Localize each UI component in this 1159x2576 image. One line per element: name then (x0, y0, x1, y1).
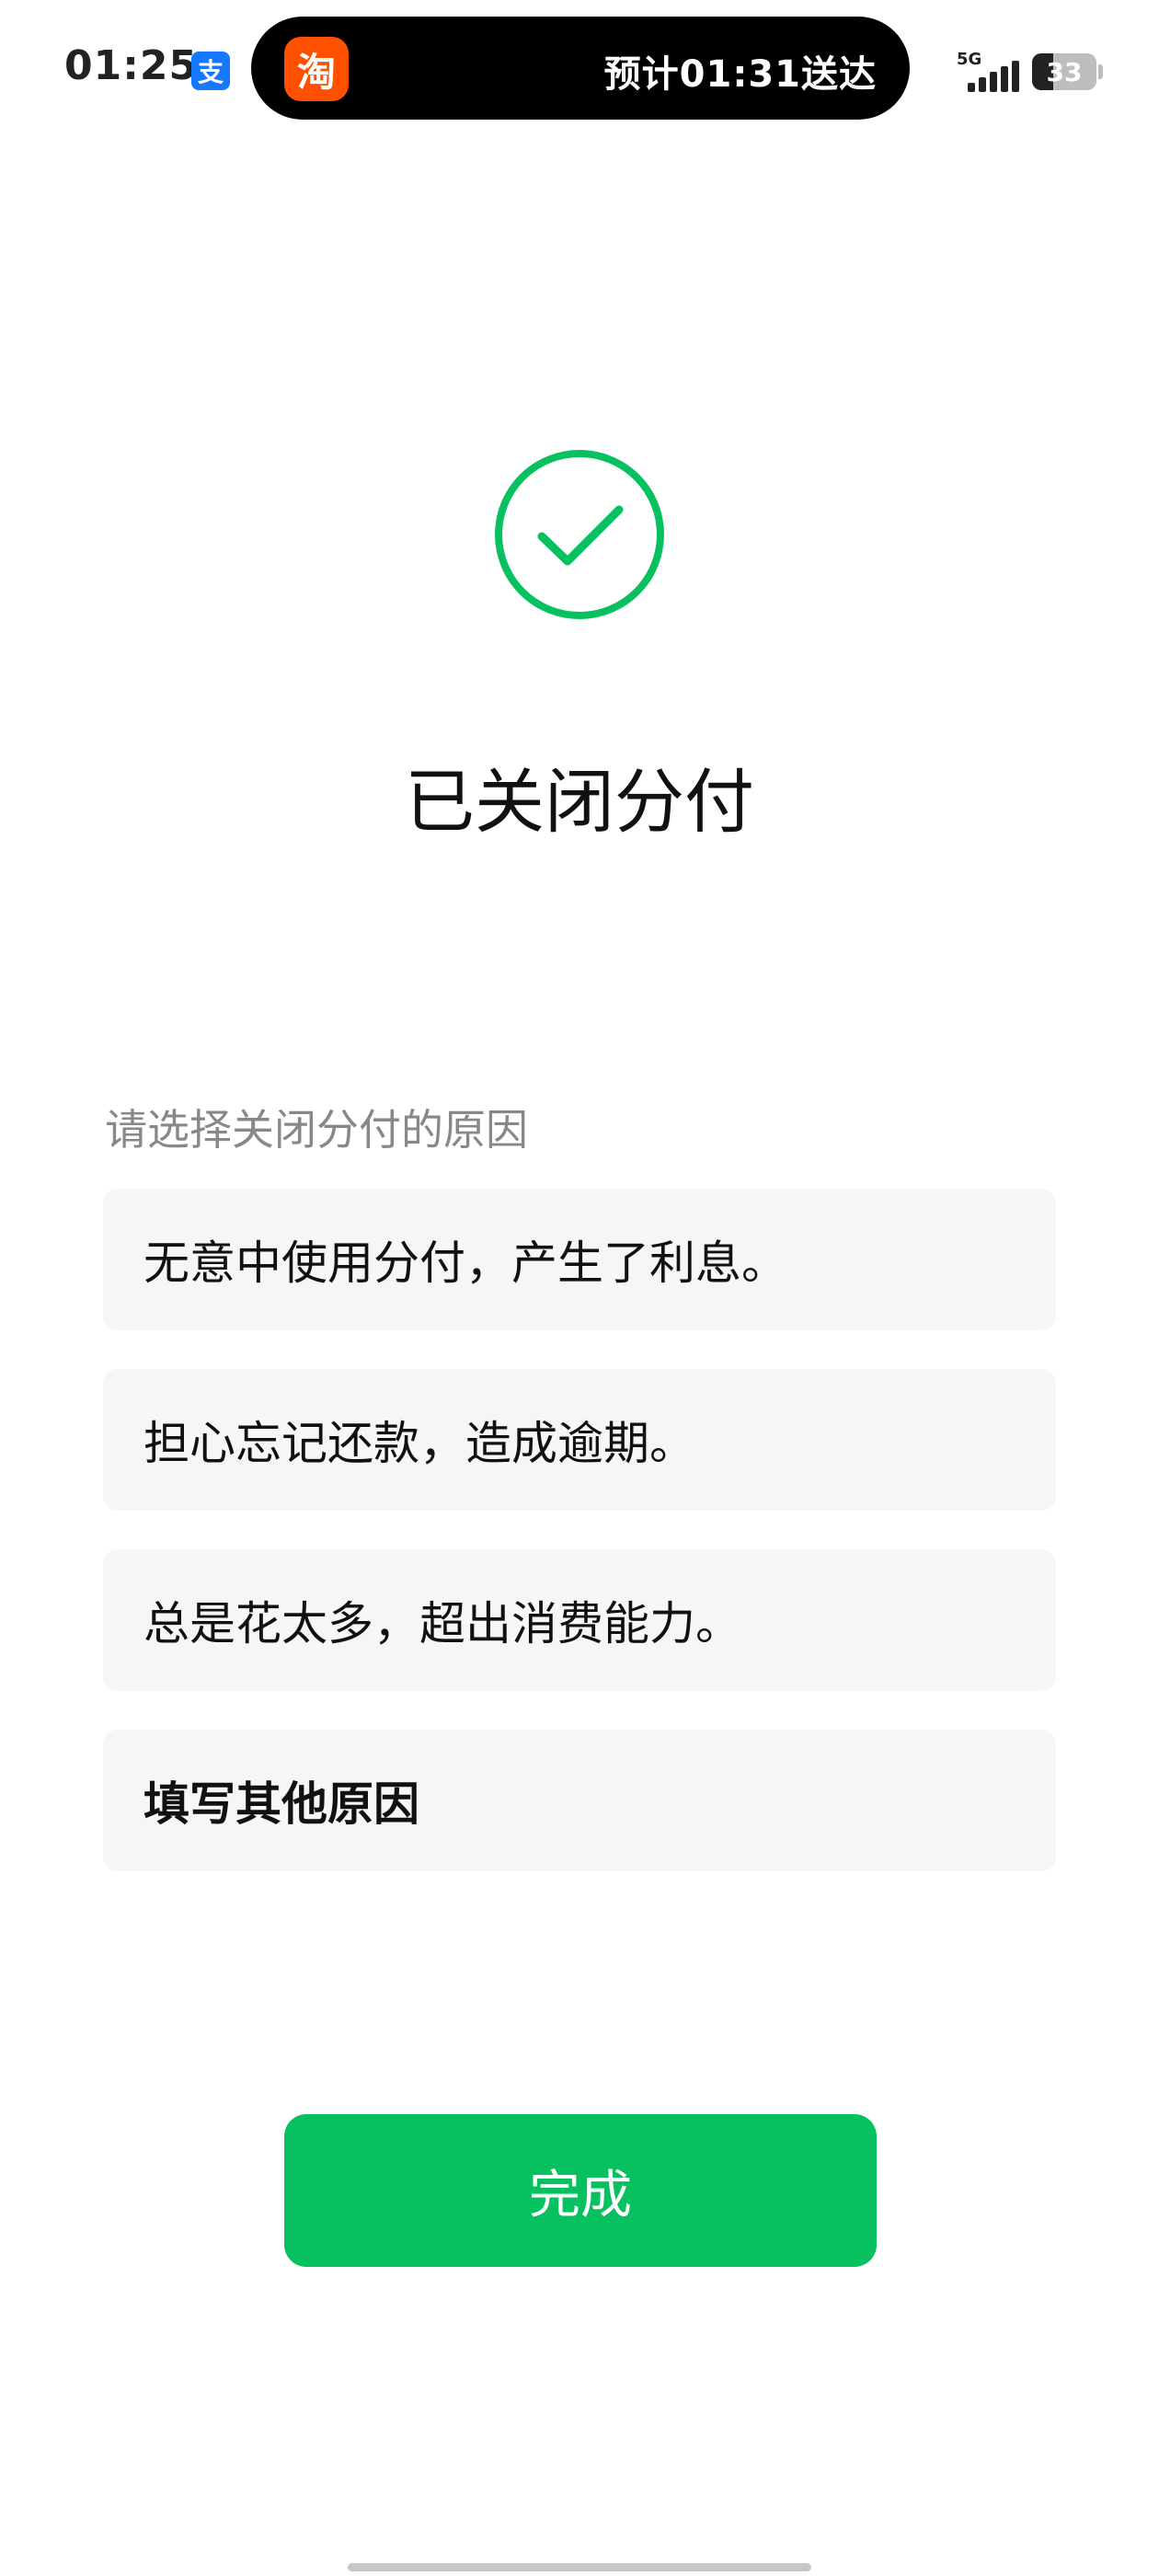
reason-prompt: 请选择关闭分付的原因 (105, 1105, 528, 1155)
battery-cap (1098, 64, 1103, 79)
dynamic-island[interactable]: 淘 预计01:31送达 (251, 17, 910, 120)
page-title: 已关闭分付 (405, 761, 754, 843)
reason-list: 无意中使用分付，产生了利息。 担心忘记还款，造成逾期。 总是花太多，超出消费能力… (103, 1189, 1056, 1910)
home-indicator[interactable] (348, 2563, 811, 2571)
battery-icon: 33 (1032, 53, 1096, 90)
success-check-icon (495, 450, 664, 619)
done-button[interactable]: 完成 (284, 2114, 877, 2267)
delivery-eta-text: 预计01:31送达 (603, 53, 877, 96)
alipay-icon: 支 (191, 52, 230, 90)
signal-strength-icon (968, 59, 1021, 92)
reason-option-other[interactable]: 填写其他原因 (103, 1730, 1056, 1871)
reason-option-overspending[interactable]: 总是花太多，超出消费能力。 (103, 1549, 1056, 1691)
reason-option-forget-repayment[interactable]: 担心忘记还款，造成逾期。 (103, 1369, 1056, 1511)
status-bar: 01:25 支 淘 预计01:31送达 5G 33 (0, 0, 1159, 138)
status-time: 01:25 (64, 42, 199, 89)
taobao-icon: 淘 (284, 37, 349, 101)
reason-option-accidental-use[interactable]: 无意中使用分付，产生了利息。 (103, 1189, 1056, 1330)
battery-level: 33 (1046, 56, 1083, 87)
